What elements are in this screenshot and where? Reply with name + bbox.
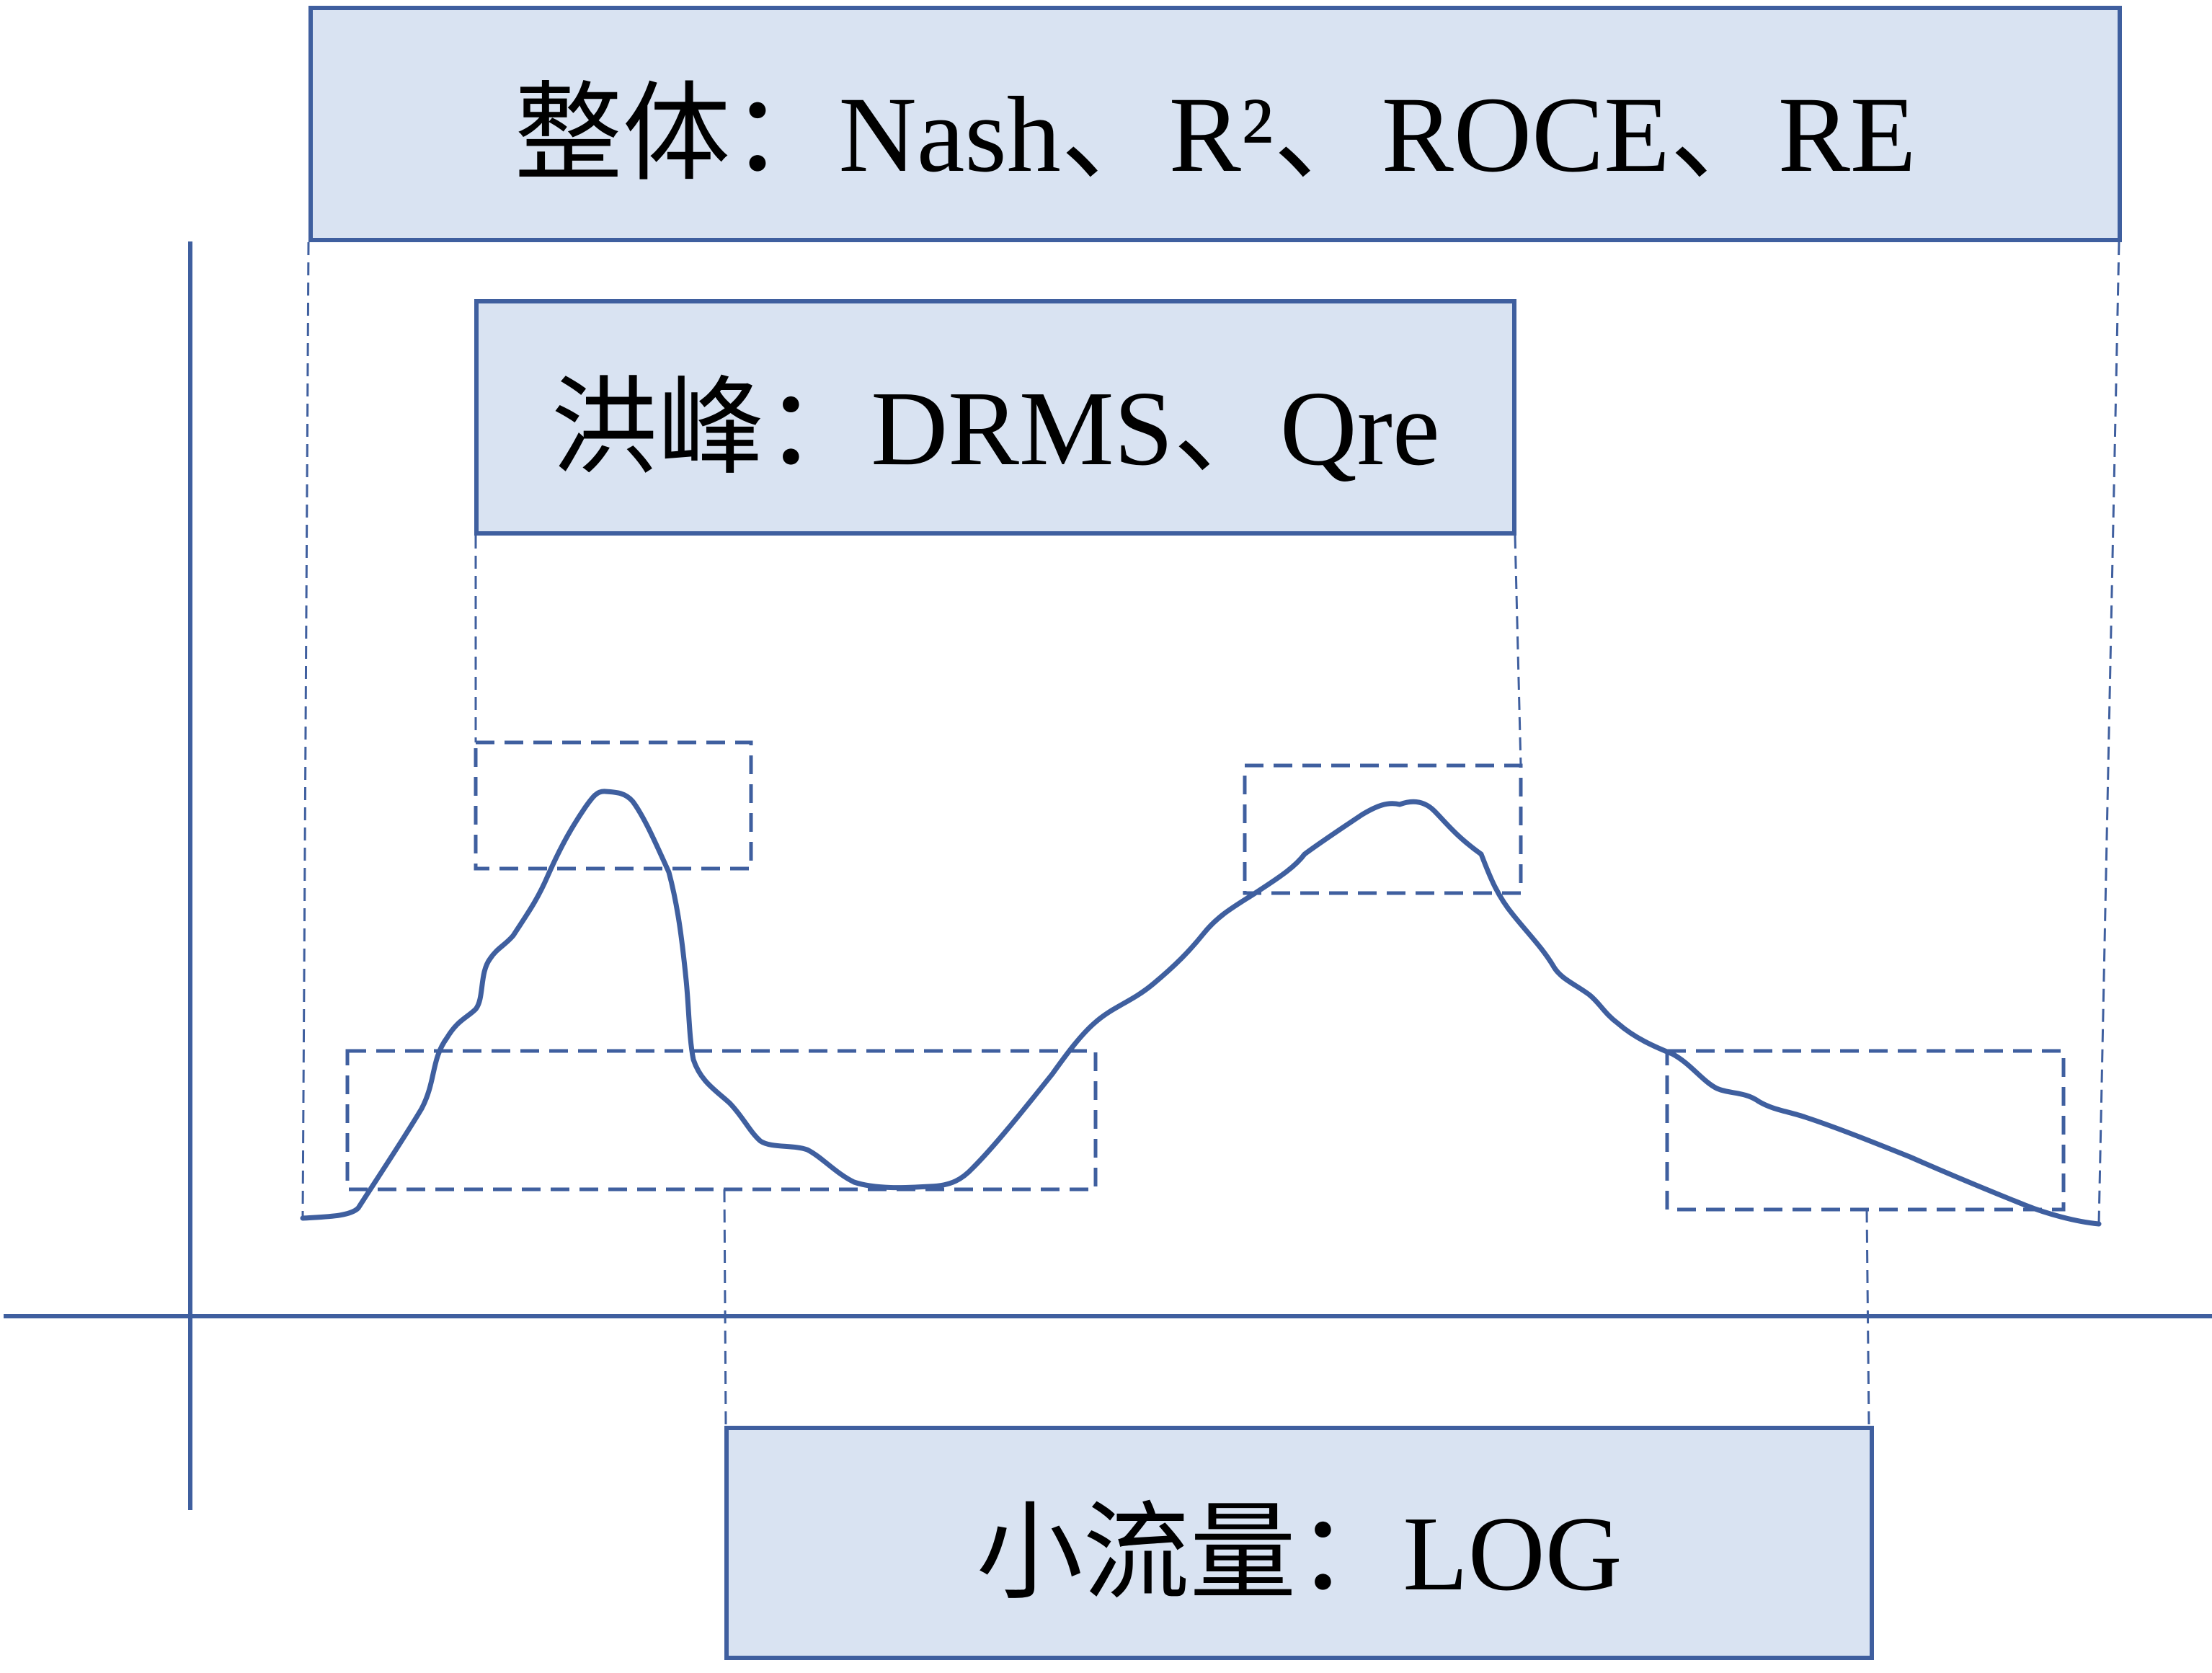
- hydrograph-curve: [300, 789, 2102, 1227]
- overall-connector-right: [2097, 241, 2120, 1225]
- highlight-regions: [345, 740, 2066, 1212]
- peak-metrics-label: 洪峰：DRMS、Qre: [551, 369, 1440, 488]
- lowflow-connector-right: [1865, 1209, 1870, 1426]
- low-flow-metrics-box: 小流量：LOG: [724, 1426, 1874, 1660]
- low-flow-region-2: [1665, 1049, 2066, 1212]
- overall-metrics-label: 整体：Nash、R²、ROCE、RE: [514, 74, 1916, 195]
- peak-region-1: [474, 740, 753, 871]
- peak-connector-right: [1514, 535, 1522, 766]
- hydrograph-diagram: [4, 241, 2212, 1510]
- lowflow-connector-left: [723, 1189, 727, 1426]
- overall-metrics-box: 整体：Nash、R²、ROCE、RE: [308, 6, 2122, 242]
- low-flow-region-1: [345, 1049, 1098, 1191]
- peak-metrics-box: 洪峰：DRMS、Qre: [474, 299, 1516, 536]
- overall-connector-left: [301, 241, 310, 1219]
- low-flow-metrics-label: 小流量：LOG: [976, 1495, 1622, 1613]
